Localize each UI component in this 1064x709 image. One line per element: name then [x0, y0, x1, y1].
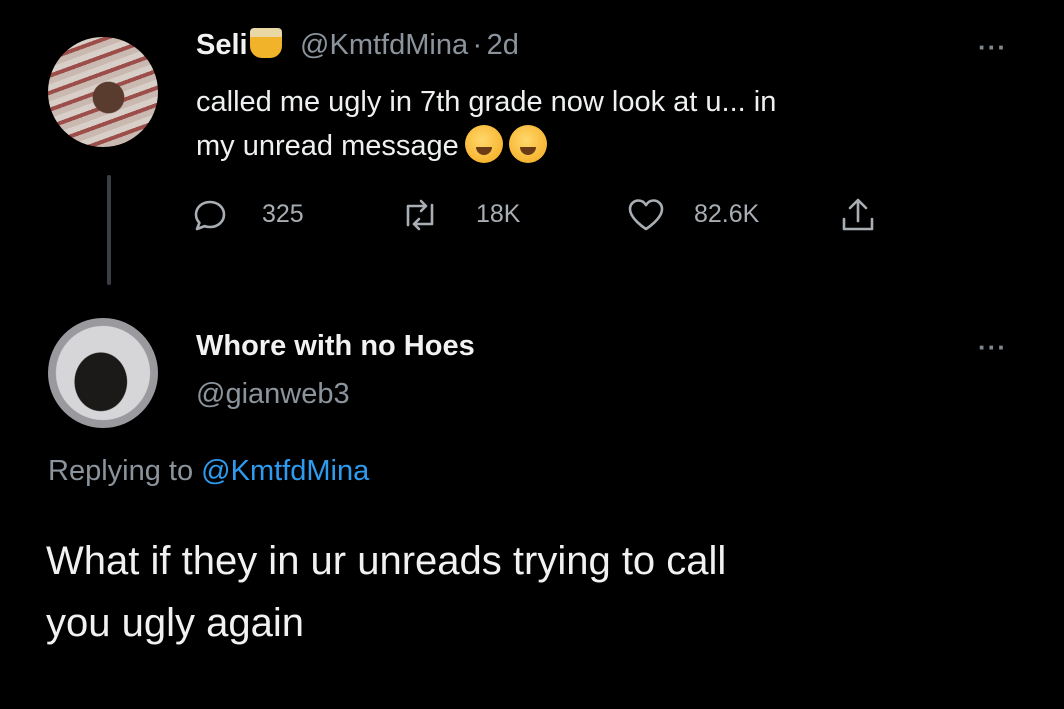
tweet-text-line-2: my unread message	[196, 130, 459, 162]
honey-pot-icon	[249, 28, 282, 58]
avatar[interactable]	[48, 318, 158, 428]
more-options-icon[interactable]: ···	[978, 32, 1007, 63]
handle[interactable]: @KmtfdMina	[300, 29, 468, 61]
like-count: 82.6K	[694, 200, 760, 228]
replying-to-label: Replying to	[48, 455, 194, 487]
reply-icon[interactable]	[192, 197, 228, 233]
tears-of-joy-face-icon	[508, 125, 547, 163]
timestamp[interactable]: 2d	[487, 29, 519, 61]
avatar[interactable]	[48, 37, 158, 147]
retweet-icon[interactable]	[400, 197, 440, 233]
retweet-count: 18K	[476, 200, 521, 228]
replying-to: Replying to @KmtfdMina	[48, 455, 369, 488]
reply-text-line: What if they in ur unreads trying to cal…	[46, 539, 727, 583]
tweet-text-line: my unread message	[196, 124, 776, 168]
reply-text-line: you ugly again	[46, 601, 304, 645]
thread-connector-line	[107, 175, 111, 285]
tweet-header: Seli @KmtfdMina · 2d	[196, 28, 519, 62]
display-name[interactable]: Whore with no Hoes	[196, 330, 475, 363]
handle[interactable]: @gianweb3	[196, 378, 350, 411]
share-icon[interactable]	[838, 195, 878, 235]
separator: ·	[472, 29, 483, 61]
reply-text: What if they in ur unreads trying to cal…	[46, 530, 726, 654]
reply-count: 325	[262, 200, 304, 228]
display-name[interactable]: Seli	[196, 29, 248, 61]
tweet-text: called me ugly in 7th grade now look at …	[196, 80, 776, 168]
replying-to-handle-link[interactable]: @KmtfdMina	[201, 455, 369, 487]
loudly-crying-face-icon	[464, 125, 503, 163]
tweet-text-line: called me ugly in 7th grade now look at …	[196, 86, 777, 118]
like-icon[interactable]	[626, 197, 666, 233]
more-options-icon[interactable]: ···	[978, 332, 1007, 363]
